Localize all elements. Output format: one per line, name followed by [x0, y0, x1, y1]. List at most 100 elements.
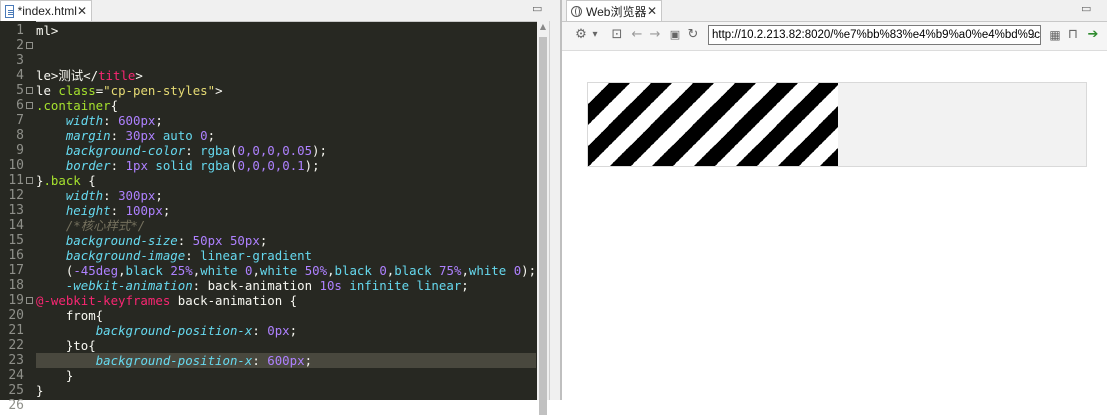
code-token: .container: [36, 98, 111, 113]
code-token: 600px: [118, 113, 156, 128]
code-area[interactable]: ml> le>测试</title> le class="cp-pen-styles"…: [36, 21, 536, 400]
code-token: );: [304, 158, 320, 173]
lock-icon[interactable]: ⊓: [1066, 27, 1080, 43]
code-token: :: [110, 128, 126, 143]
code-token: ,: [461, 263, 469, 278]
code-token: background-position-x: [95, 353, 253, 368]
go-arrow-icon[interactable]: ➔: [1085, 27, 1101, 43]
code-line: background-position-x: 600px;: [36, 353, 312, 368]
close-tab-icon[interactable]: ✕: [647, 4, 657, 18]
scroll-up-icon[interactable]: ▲: [537, 21, 549, 33]
line-number: 26: [8, 398, 24, 413]
reload-icon[interactable]: ↻: [686, 27, 700, 43]
code-line: }: [36, 368, 73, 383]
code-line: background-position-x: 0px;: [36, 323, 297, 338]
qr-code-icon[interactable]: ▦: [1048, 27, 1062, 43]
code-token: background-position-x: [95, 323, 253, 338]
code-token: background-size: [65, 233, 178, 248]
pane-splitter[interactable]: [549, 21, 560, 400]
line-number: 1: [16, 23, 24, 38]
browser-viewport[interactable]: [562, 51, 1107, 400]
line-number: 7: [16, 113, 24, 128]
fold-toggle-icon[interactable]: [26, 177, 33, 184]
chevron-down-icon[interactable]: ▾: [590, 27, 600, 43]
console-icon[interactable]: ⊡: [610, 27, 624, 43]
browser-tab-label: Web浏览器: [586, 4, 647, 19]
code-token: title: [98, 68, 136, 83]
code-token: -webkit-animation: [65, 278, 193, 293]
settings-icon[interactable]: ⚙: [574, 27, 588, 43]
chevron-down-icon[interactable]: ⌄: [1029, 26, 1037, 44]
code-token: 100px: [125, 203, 163, 218]
code-token: :: [110, 203, 126, 218]
code-token: }: [36, 368, 74, 383]
code-token: }to{: [36, 338, 96, 353]
code-token: ,: [118, 263, 126, 278]
line-number: 9: [16, 143, 24, 158]
line-number: 17: [8, 263, 24, 278]
fold-toggle-icon[interactable]: [26, 297, 33, 304]
browser-view-tab[interactable]: Web浏览器 ✕: [566, 0, 662, 21]
browser-toolbar: ⚙ ▾ ⊡ ← → ▣ ↻ http://10.2.213.82:8020/%e…: [562, 22, 1107, 51]
code-token: (: [36, 263, 74, 278]
code-token: 300px: [118, 188, 156, 203]
editor-file-tab[interactable]: *index.html ✕: [0, 0, 92, 21]
code-token: white: [468, 263, 507, 278]
code-token: 75%: [439, 263, 462, 278]
code-token: class: [58, 83, 96, 98]
forward-icon[interactable]: →: [648, 27, 662, 43]
code-token: ;: [289, 323, 298, 338]
code-token: background-image: [65, 248, 186, 263]
code-token: :: [177, 233, 193, 248]
line-number: 21: [8, 323, 24, 338]
stop-icon[interactable]: ▣: [668, 27, 682, 43]
code-token: height: [65, 203, 111, 218]
fold-toggle-icon[interactable]: [26, 42, 33, 49]
url-text: http://10.2.213.82:8020/%e7%bb%83%e4%b9%…: [712, 29, 1041, 41]
code-token: white: [200, 263, 238, 278]
code-token: 30px: [125, 128, 156, 143]
code-line: ml>: [36, 23, 58, 38]
maximize-icon[interactable]: ▭: [532, 2, 544, 15]
url-input[interactable]: http://10.2.213.82:8020/%e7%bb%83%e4%b9%…: [708, 25, 1041, 45]
fold-toggle-icon[interactable]: [26, 87, 33, 94]
line-number: 14: [8, 218, 24, 233]
code-token: :: [252, 323, 268, 338]
line-number: 16: [8, 248, 24, 263]
close-tab-icon[interactable]: ✕: [77, 4, 87, 18]
code-token: black: [394, 263, 432, 278]
code-token: :: [185, 143, 201, 158]
browser-tab-bar: Web浏览器 ✕ ▭: [562, 0, 1107, 22]
line-number: 6: [16, 98, 24, 113]
editor-scrollbar[interactable]: ▲: [537, 21, 549, 415]
line-number: 15: [8, 233, 24, 248]
line-number: 12: [8, 188, 24, 203]
code-token: -45deg: [73, 263, 119, 278]
code-token: ;: [155, 113, 163, 128]
code-line: (-45deg,black 25%,white 0,white 50%,blac…: [36, 263, 536, 278]
code-line: le>测试</title>: [36, 68, 143, 83]
globe-icon: [571, 5, 582, 17]
scroll-thumb[interactable]: [539, 37, 547, 415]
html-file-icon: [5, 4, 14, 18]
code-token: /*核心样式*/: [65, 218, 146, 233]
code-line: border: 1px solid rgba(0,0,0,0.1);: [36, 158, 320, 173]
code-token: );: [312, 143, 327, 158]
code-token: ,: [252, 263, 260, 278]
code-line: width: 600px;: [36, 113, 163, 128]
code-token: rgba: [200, 143, 230, 158]
code-line: }.back {: [36, 173, 96, 188]
maximize-icon[interactable]: ▭: [1081, 2, 1093, 15]
fold-toggle-icon[interactable]: [26, 102, 33, 109]
code-token: ml>: [36, 23, 59, 38]
code-token: }: [36, 383, 44, 398]
back-icon[interactable]: ←: [630, 27, 644, 43]
code-token: ,: [327, 263, 335, 278]
